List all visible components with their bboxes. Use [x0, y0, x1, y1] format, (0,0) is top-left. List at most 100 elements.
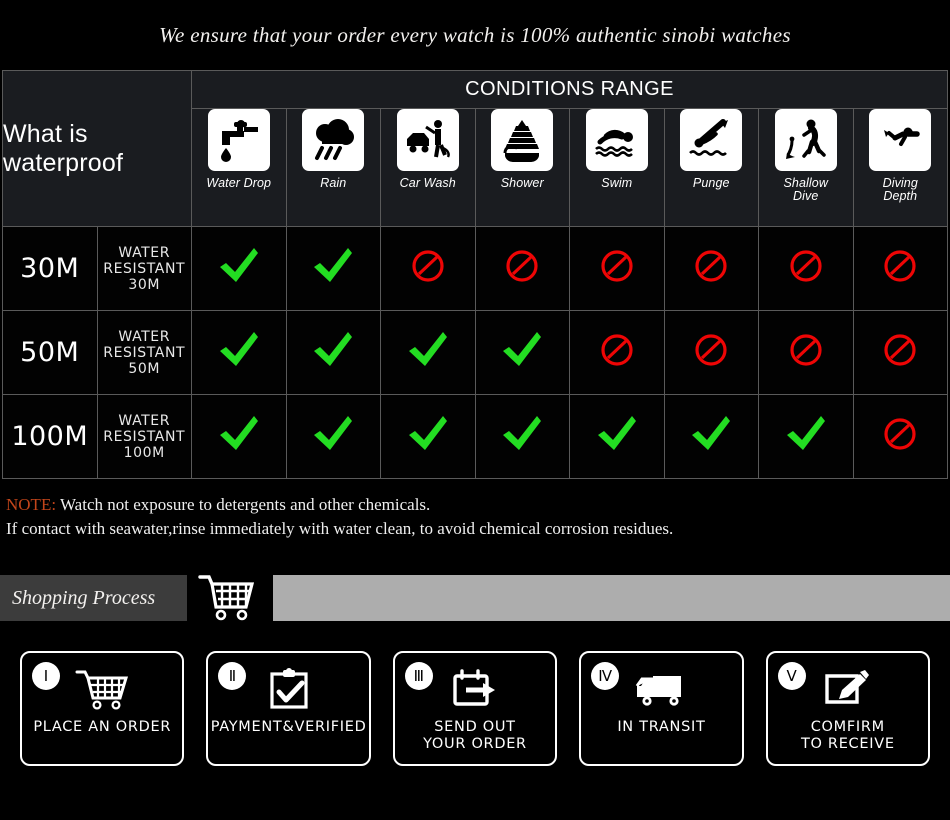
swimmer-icon — [585, 109, 648, 171]
condition-column-swim: Swim — [569, 108, 665, 227]
check-mark-cell — [285, 226, 381, 311]
rain-cloud-icon — [302, 109, 365, 171]
condition-column-shower: Shower — [474, 108, 570, 227]
process-step-4[interactable]: Ⅳ IN TRANSIT — [579, 651, 744, 766]
prohibited-icon — [600, 249, 634, 283]
page-title: What is waterproof — [2, 70, 192, 227]
condition-label: Shallow Dive — [783, 176, 828, 203]
step-label: IN TRANSIT — [617, 719, 706, 735]
step-numeral-badge: Ⅰ — [32, 662, 60, 690]
check-icon — [406, 330, 450, 370]
condition-label: Water Drop — [206, 176, 272, 190]
prohibited-mark-cell — [663, 310, 759, 395]
delivery-truck-icon — [633, 667, 689, 713]
check-icon — [217, 414, 261, 454]
check-mark-cell — [380, 394, 476, 479]
check-icon — [311, 414, 355, 454]
shopping-cart-icon — [74, 667, 130, 713]
check-mark-cell — [191, 310, 287, 395]
car-wash-icon — [396, 109, 459, 171]
step-label: COMFIRM TO RECEIVE — [800, 719, 895, 752]
plunge-dive-icon — [680, 109, 743, 171]
depth-rating: 50M — [2, 310, 98, 395]
condition-label: Swim — [601, 176, 633, 190]
check-icon — [784, 414, 828, 454]
check-icon — [406, 414, 450, 454]
check-mark-cell — [191, 226, 287, 311]
process-step-2[interactable]: Ⅱ PAYMENT&VERIFIED — [206, 651, 371, 766]
condition-column-punge: Punge — [663, 108, 759, 227]
waterproof-table: What is waterproof CONDITIONS RANGE Wate… — [2, 70, 948, 479]
check-mark-cell — [474, 310, 570, 395]
prohibited-mark-cell — [852, 394, 948, 479]
step-numeral-badge: Ⅳ — [591, 662, 620, 690]
note-text-1: Watch not exposure to detergents and oth… — [56, 495, 431, 514]
depth-rating: 30M — [2, 226, 98, 311]
waterproof-infographic-page: We ensure that your order every watch is… — [0, 0, 950, 820]
check-icon — [311, 246, 355, 286]
prohibited-icon — [694, 333, 728, 367]
prohibited-mark-cell — [569, 310, 665, 395]
check-mark-cell — [285, 310, 381, 395]
condition-label: Punge — [692, 176, 730, 190]
step-label: PLACE AN ORDER — [33, 719, 172, 735]
check-icon — [217, 246, 261, 286]
prohibited-mark-cell — [758, 310, 854, 395]
note-block: NOTE: Watch not exposure to detergents a… — [0, 479, 950, 541]
check-icon — [500, 414, 544, 454]
check-mark-cell — [380, 310, 476, 395]
prohibited-icon — [883, 249, 917, 283]
note-keyword: NOTE: — [6, 495, 57, 514]
scuba-diver-icon — [869, 109, 932, 171]
prohibited-mark-cell — [852, 310, 948, 395]
process-step-3[interactable]: Ⅲ SEND OUT YOUR ORDER — [392, 651, 558, 766]
prohibited-mark-cell — [380, 226, 476, 311]
step-numeral-badge: Ⅴ — [777, 662, 806, 690]
process-step-1[interactable]: Ⅰ PLACE AN ORDER — [20, 651, 185, 766]
calendar-arrow-icon — [450, 667, 500, 713]
process-step-5[interactable]: Ⅴ COMFIRM TO RECEIVE — [765, 651, 931, 766]
shopping-process-label: Shopping Process — [0, 575, 187, 621]
check-icon — [595, 414, 639, 454]
table-row: 100M WATER RESISTANT 100M — [2, 394, 948, 479]
shopping-process-progress-bar — [273, 575, 950, 621]
check-mark-cell — [191, 394, 287, 479]
prohibited-icon — [600, 333, 634, 367]
prohibited-icon — [789, 333, 823, 367]
condition-label: Diving Depth — [882, 176, 918, 203]
prohibited-icon — [411, 249, 445, 283]
prohibited-icon — [883, 417, 917, 451]
page-headline: We ensure that your order every watch is… — [159, 22, 791, 47]
check-mark-cell — [285, 394, 381, 479]
prohibited-icon — [883, 333, 917, 367]
prohibited-icon — [505, 249, 539, 283]
check-mark-cell — [474, 394, 570, 479]
shopping-process-steps: Ⅰ PLACE AN ORDER Ⅱ PAYMENT&VERIFIED Ⅲ SEND… — [0, 651, 950, 766]
condition-column-rain: Rain — [285, 108, 381, 227]
step-numeral-badge: Ⅱ — [218, 662, 247, 690]
clipboard-check-icon — [265, 667, 313, 713]
condition-column-water-drop: Water Drop — [191, 108, 287, 227]
faucet-water-drop-icon — [207, 109, 270, 171]
depth-rating: 100M — [2, 394, 98, 479]
check-mark-cell — [569, 394, 665, 479]
shopping-process-bar: Shopping Process — [0, 575, 950, 621]
condition-column-diving-depth: Diving Depth — [852, 108, 948, 227]
prohibited-mark-cell — [852, 226, 948, 311]
check-icon — [311, 330, 355, 370]
prohibited-mark-cell — [569, 226, 665, 311]
condition-column-car-wash: Car Wash — [380, 108, 476, 227]
condition-label: Shower — [500, 176, 544, 190]
condition-label: Rain — [320, 176, 347, 190]
check-icon — [217, 330, 261, 370]
prohibited-mark-cell — [758, 226, 854, 311]
conditions-range-header: CONDITIONS RANGE — [191, 70, 948, 109]
shower-bathtub-icon — [491, 109, 554, 171]
prohibited-mark-cell — [474, 226, 570, 311]
check-mark-cell — [758, 394, 854, 479]
condition-column-shallow-dive: Shallow Dive — [758, 108, 854, 227]
note-line-1: NOTE: Watch not exposure to detergents a… — [6, 493, 950, 517]
depth-description: WATER RESISTANT 50M — [96, 310, 192, 395]
check-icon — [500, 330, 544, 370]
table-row: 30M WATER RESISTANT 30M — [2, 226, 948, 311]
